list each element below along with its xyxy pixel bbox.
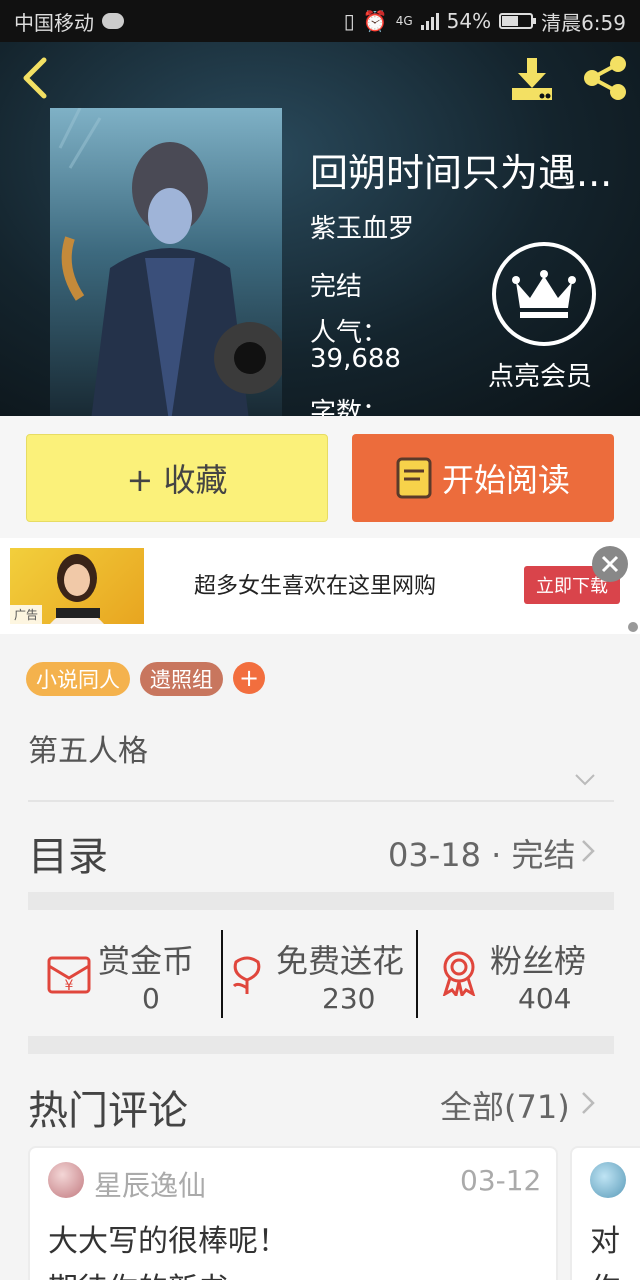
download-icon[interactable]	[508, 56, 556, 102]
section-band	[28, 892, 614, 910]
ad-tag: 广告	[10, 605, 43, 624]
cover-illustration	[50, 108, 282, 416]
favorite-button[interactable]: + 收藏	[26, 434, 328, 522]
stat-divider	[416, 930, 418, 1018]
carrier-text: 中国移动	[14, 10, 94, 35]
chevron-right-icon[interactable]	[580, 838, 596, 864]
tag-item[interactable]: 小说同人	[26, 662, 130, 696]
toc-title[interactable]: 目录	[28, 824, 108, 882]
battery-icon	[499, 13, 537, 29]
comment-text-line2: 作	[590, 1264, 620, 1280]
wechat-icon	[102, 13, 124, 29]
book-synopsis[interactable]: 第五人格	[28, 726, 148, 770]
comment-text: 对	[590, 1224, 620, 1259]
word-count-label: 字数：	[310, 398, 389, 416]
ad-close-icon[interactable]	[592, 546, 628, 582]
add-tag-button[interactable]: +	[233, 662, 265, 694]
alarm-icon: ⏰	[362, 9, 388, 33]
flower-icon	[232, 956, 261, 994]
battery-percent: 54%	[446, 9, 492, 33]
avatar[interactable]	[590, 1162, 626, 1198]
signal-icon	[420, 12, 439, 30]
status-bar: 中国移动 ▯ ⏰ 4G 54% 清晨6:59	[0, 0, 640, 42]
vip-button[interactable]	[492, 242, 596, 346]
share-icon[interactable]	[580, 54, 630, 102]
divider	[28, 800, 614, 802]
vip-label[interactable]: 点亮会员	[488, 356, 592, 393]
comment-date: 03-12	[460, 1164, 542, 1197]
red-envelope-icon: ¥	[47, 956, 91, 994]
popularity-value: 39,688	[310, 344, 401, 374]
stat-label: 免费送花	[276, 942, 405, 980]
stat-value: 0	[142, 982, 160, 1015]
chevron-down-icon[interactable]	[574, 772, 596, 788]
avatar[interactable]	[48, 1162, 84, 1198]
ad-banner[interactable]: 广告 超多女生喜欢在这里网购 立即下载	[0, 538, 640, 634]
action-bar: + 收藏 开始阅读	[0, 416, 640, 538]
stat-label: 赏金币	[98, 942, 195, 980]
book-header: 回朔时间只为遇... 紫玉血罗 完结 人气： 39,688 字数： 点亮会员	[0, 42, 640, 416]
comment-card[interactable]: 对 作	[570, 1146, 640, 1280]
comment-username[interactable]: 星辰逸仙	[94, 1164, 206, 1204]
book-cover[interactable]	[50, 108, 282, 416]
comment-card[interactable]: 星辰逸仙 03-12 大大写的很棒呢！ 期待你的新书	[28, 1146, 558, 1280]
ad-text[interactable]: 超多女生喜欢在这里网购	[194, 568, 436, 600]
stat-value: 404	[518, 982, 572, 1015]
free-flower-stat[interactable]: 免费送花 230	[224, 930, 418, 1018]
comment-text-line2: 期待你的新书	[48, 1264, 228, 1280]
start-reading-label: 开始阅读	[441, 461, 570, 499]
crown-icon	[512, 270, 576, 318]
reward-coins-stat[interactable]: ¥ 赏金币 0	[40, 930, 220, 1018]
favorite-label: + 收藏	[126, 461, 228, 499]
ad-image[interactable]: 广告	[10, 548, 144, 624]
book-title: 回朔时间只为遇...	[310, 151, 613, 195]
all-comments-link[interactable]: 全部(71)	[440, 1082, 570, 1128]
stat-value: 230	[322, 982, 376, 1015]
ad-info-icon[interactable]	[628, 622, 638, 632]
toc-info[interactable]: 03-18 · 完结	[388, 830, 576, 876]
tag-item[interactable]: 遗照组	[140, 662, 223, 696]
book-status: 完结	[310, 272, 363, 302]
hot-comments-title: 热门评论	[28, 1088, 188, 1134]
network-text: 4G	[395, 14, 413, 28]
clock: 清晨6:59	[541, 10, 626, 35]
vibrate-icon: ▯	[343, 9, 355, 33]
tag-list: 小说同人 遗照组 +	[26, 662, 265, 696]
book-icon	[396, 457, 432, 499]
svg-text:¥: ¥	[65, 978, 74, 994]
chevron-right-icon[interactable]	[580, 1090, 596, 1116]
back-arrow-icon[interactable]	[18, 56, 52, 100]
medal-icon	[442, 951, 476, 996]
stat-divider	[221, 930, 223, 1018]
fan-ranking-stat[interactable]: 粉丝榜 404	[420, 930, 620, 1018]
start-reading-button[interactable]: 开始阅读	[352, 434, 614, 522]
comment-text: 大大写的很棒呢！	[48, 1224, 288, 1259]
stat-label: 粉丝榜	[490, 942, 587, 980]
book-author[interactable]: 紫玉血罗	[310, 208, 414, 245]
section-band	[28, 1036, 614, 1054]
